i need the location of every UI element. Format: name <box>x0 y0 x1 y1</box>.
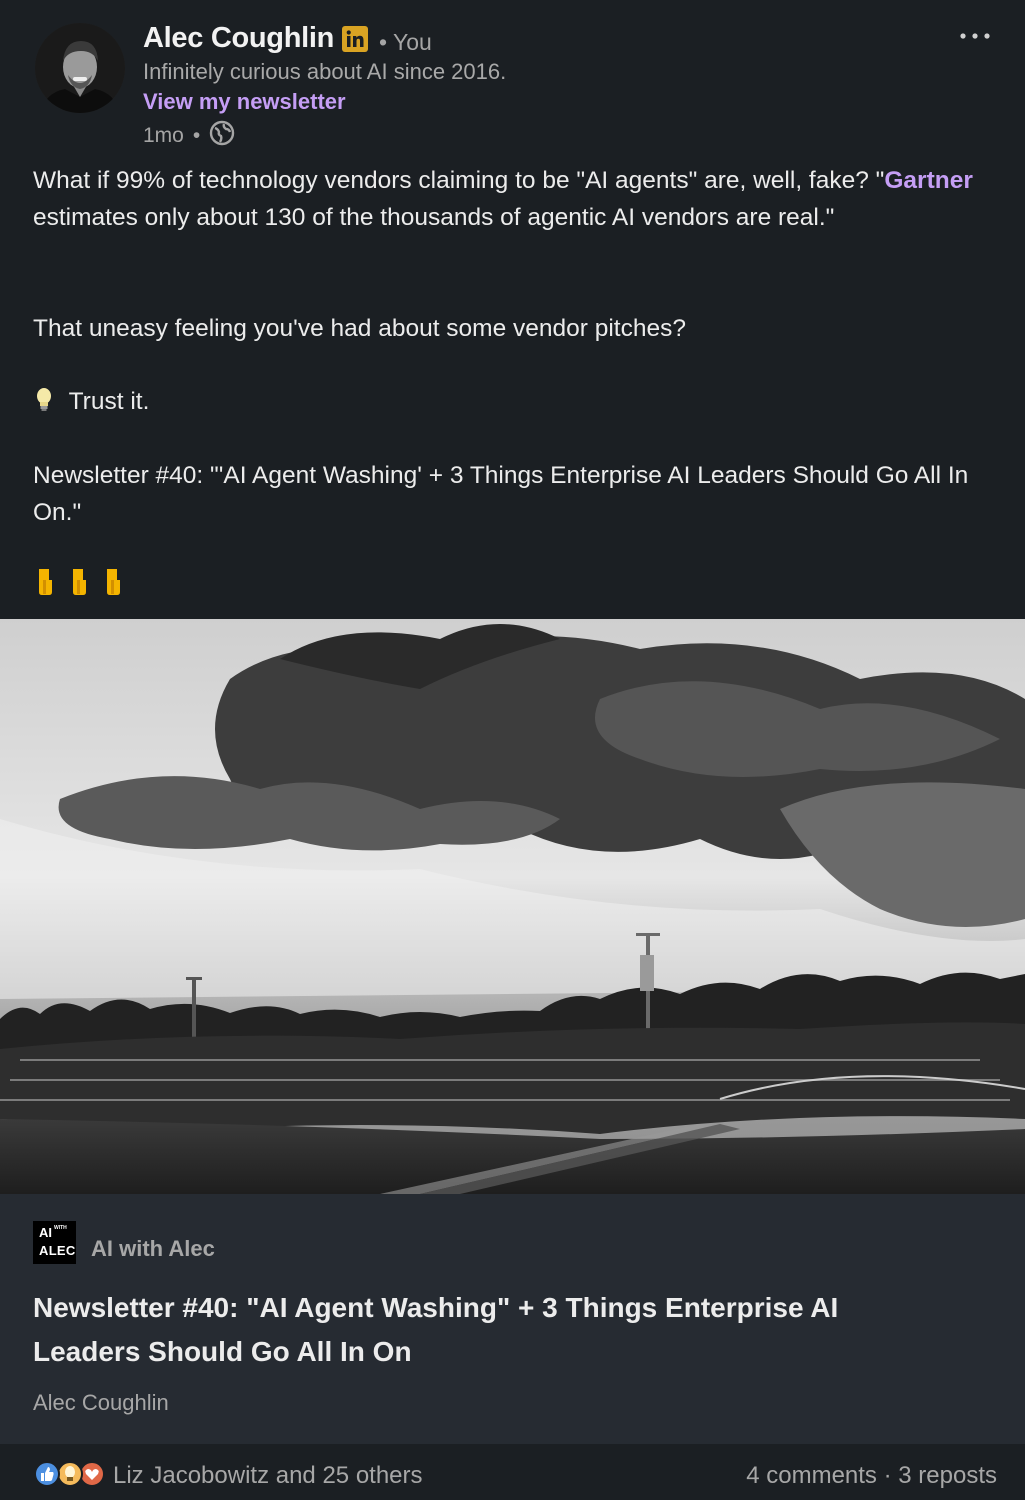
article-title[interactable]: Newsletter #40: "AI Agent Washing" + 3 T… <box>33 1286 933 1374</box>
feed-post: Alec Coughlin • You Infinitely curious a… <box>0 0 1025 1500</box>
pointing-down-emoji-icons <box>39 569 120 595</box>
ai-with-alec-logo: AI WITH ALEC <box>33 1221 76 1264</box>
like-icon <box>34 1461 60 1487</box>
post-image-crowd-stormy-sky[interactable] <box>0 619 1025 1194</box>
engagement-stats: 4 comments · 3 reposts <box>746 1462 997 1490</box>
article-author: Alec Coughlin <box>33 1390 169 1415</box>
stats-separator: · <box>883 1462 892 1489</box>
globe-icon <box>209 120 235 152</box>
pointing-down-icons <box>33 566 998 609</box>
logo-ai: AI <box>39 1225 52 1240</box>
newsletter-article-card[interactable]: AI WITH ALEC AI with Alec Newsletter #40:… <box>0 1194 1025 1444</box>
post-meta: 1mo • <box>143 120 235 152</box>
author-name[interactable]: Alec Coughlin <box>143 22 334 55</box>
reactors-summary[interactable]: Liz Jacobowitz and 25 others <box>113 1462 423 1490</box>
comments-count-link[interactable]: 4 comments <box>746 1462 877 1489</box>
reaction-icons[interactable] <box>33 1460 107 1488</box>
social-counts-bar: Liz Jacobowitz and 25 others 4 comments … <box>0 1444 1025 1500</box>
gartner-mention-link[interactable]: Gartner <box>884 167 973 194</box>
post-text-paragraph-2: That uneasy feeling you've had about som… <box>33 315 686 342</box>
author-avatar[interactable] <box>35 23 125 113</box>
post-text-paragraph-3: Trust it. <box>33 383 998 424</box>
insightful-icon <box>57 1461 83 1487</box>
post-text-segment: What if 99% of technology vendors claimi… <box>33 167 885 194</box>
post-text-paragraph-1: What if 99% of technology vendors claimi… <box>33 162 998 236</box>
publication-name[interactable]: AI with Alec <box>91 1236 215 1262</box>
linkedin-in-icon <box>342 26 368 52</box>
logo-with: WITH <box>54 1225 67 1231</box>
view-newsletter-link[interactable]: View my newsletter <box>143 89 346 115</box>
more-horizontal-icon <box>960 33 990 39</box>
reposts-count-link[interactable]: 3 reposts <box>898 1462 997 1489</box>
logo-text-alec: ALEC <box>39 1243 76 1258</box>
post-time: 1mo <box>143 124 184 147</box>
post-text-paragraph-4: Newsletter #40: "'AI Agent Washing' + 3 … <box>33 462 969 526</box>
author-headline: Infinitely curious about AI since 2016. <box>143 59 507 84</box>
meta-separator: • <box>192 124 201 147</box>
post-text-segment: estimates only about 130 of the thousand… <box>33 204 835 231</box>
love-icon <box>79 1461 105 1487</box>
lightbulb-icon <box>33 387 55 424</box>
logo-text-ai: AI WITH <box>39 1225 67 1240</box>
trust-it-text: Trust it. <box>68 388 150 415</box>
relationship-label: • You <box>379 29 432 55</box>
more-options-button[interactable] <box>955 22 995 50</box>
